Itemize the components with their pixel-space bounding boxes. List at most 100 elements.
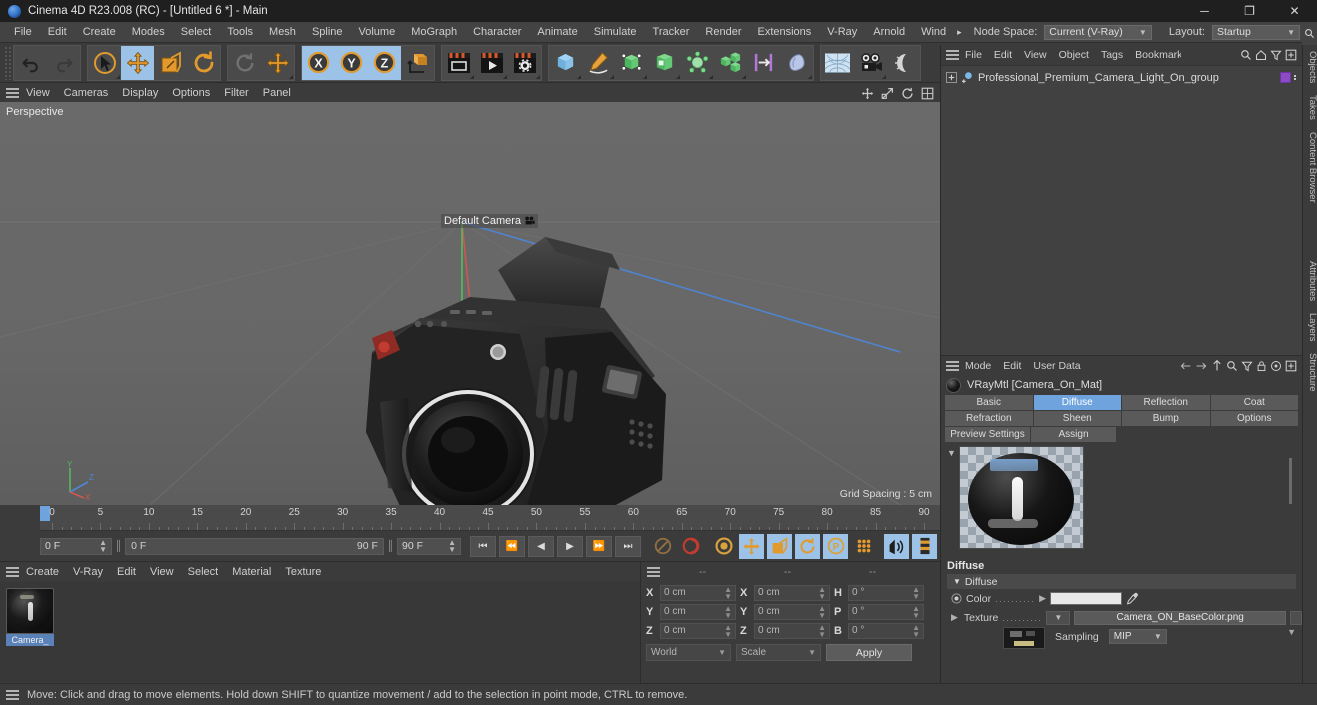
diffuse-group-header[interactable]: ▼ Diffuse xyxy=(947,574,1296,589)
stepper-icon[interactable]: ▲ ▼ xyxy=(818,585,826,600)
stepper-icon[interactable]: ▲ ▼ xyxy=(448,539,456,554)
rotation-p-field[interactable]: 0 ° ▲ ▼ xyxy=(848,603,924,620)
position-x-field[interactable]: 0 cm ▲ ▼ xyxy=(660,584,736,601)
nurbs-generator-icon[interactable] xyxy=(615,46,648,80)
close-button[interactable]: ✕ xyxy=(1272,0,1317,22)
tab-reflection[interactable]: Reflection xyxy=(1122,395,1210,410)
material-name[interactable]: Camera_ xyxy=(6,634,54,646)
menu-volume[interactable]: Volume xyxy=(351,22,404,43)
apply-button[interactable]: Apply xyxy=(826,644,912,661)
deformer-icon[interactable] xyxy=(681,46,714,80)
object-manager-tree[interactable]: Professional_Premium_Camera_Light_On_gro… xyxy=(941,65,1302,355)
viewport-menu-view[interactable]: View xyxy=(19,84,57,102)
material-menu-edit[interactable]: Edit xyxy=(110,562,143,582)
stepper-icon[interactable]: ▲ ▼ xyxy=(912,604,920,619)
render-view-icon[interactable] xyxy=(442,46,475,80)
status-menu-handle-icon[interactable] xyxy=(6,689,19,700)
mograph-cloner-icon[interactable] xyxy=(714,46,747,80)
tab-refraction[interactable]: Refraction xyxy=(945,411,1033,426)
z-axis-icon[interactable]: Z xyxy=(368,45,401,80)
diffuse-color-swatch[interactable] xyxy=(1050,592,1123,605)
viewport-menu-display[interactable]: Display xyxy=(115,84,165,102)
menu-overflow-icon[interactable]: ▸ xyxy=(954,27,965,38)
undo-view-icon[interactable] xyxy=(228,46,261,80)
play-forward-icon[interactable]: ▶ xyxy=(557,535,583,557)
preview-scrollbar[interactable] xyxy=(1286,448,1294,548)
texture-path-field[interactable]: Camera_ON_BaseColor.png xyxy=(1074,610,1286,625)
filter-icon[interactable] xyxy=(1270,49,1282,61)
side-tab-attributes[interactable]: Attributes xyxy=(1303,255,1317,307)
material-menu-texture[interactable]: Texture xyxy=(278,562,328,582)
pen-spline-icon[interactable] xyxy=(582,46,615,80)
material-menu-select[interactable]: Select xyxy=(181,562,226,582)
menu-edit[interactable]: Edit xyxy=(40,22,75,43)
redo-icon[interactable] xyxy=(47,46,80,80)
material-menu-create[interactable]: Create xyxy=(19,562,66,582)
om-menu-tags[interactable]: Tags xyxy=(1095,45,1129,65)
side-tab-content-browser[interactable]: Content Browser xyxy=(1303,126,1317,209)
rotation-b-field[interactable]: 0 ° ▲ ▼ xyxy=(848,622,924,639)
up-arrow-icon[interactable] xyxy=(1211,359,1223,372)
tab-diffuse[interactable]: Diffuse xyxy=(1033,395,1121,410)
material-menu-view[interactable]: View xyxy=(143,562,181,582)
search-icon[interactable] xyxy=(1226,360,1238,372)
position-z-field[interactable]: 0 cm ▲ ▼ xyxy=(660,622,736,639)
y-axis-icon[interactable]: Y xyxy=(335,45,368,80)
scale-tool-icon[interactable] xyxy=(154,46,187,80)
maximize-viewport-icon[interactable] xyxy=(921,87,934,100)
visibility-dots-icon[interactable] xyxy=(1294,75,1296,80)
render-to-picture-viewer-icon[interactable] xyxy=(475,46,508,80)
stepper-icon[interactable]: ▲ ▼ xyxy=(724,604,732,619)
point-level-animation-icon[interactable] xyxy=(851,534,876,559)
render-settings-icon[interactable] xyxy=(508,46,541,80)
attribute-menu-handle-icon[interactable] xyxy=(946,360,959,371)
x-axis-icon[interactable]: X xyxy=(302,45,335,80)
menu-tools[interactable]: Tools xyxy=(219,22,261,43)
go-to-end-icon[interactable]: ⏭ xyxy=(615,535,641,557)
select-live-icon[interactable] xyxy=(88,46,121,80)
record-active-objects-icon[interactable] xyxy=(678,534,703,559)
animate-track-icon[interactable] xyxy=(951,593,962,604)
tab-preview-settings[interactable]: Preview Settings xyxy=(945,427,1030,442)
camera-icon[interactable] xyxy=(854,46,887,80)
field-icon[interactable] xyxy=(747,46,780,80)
stepper-icon[interactable]: ▲ ▼ xyxy=(818,604,826,619)
light-icon[interactable] xyxy=(887,46,920,80)
rotation-key-icon[interactable] xyxy=(795,533,820,559)
size-y-field[interactable]: 0 cm ▲ ▼ xyxy=(754,603,830,620)
material-preview-image[interactable] xyxy=(959,446,1084,549)
effector-icon[interactable] xyxy=(780,46,813,80)
sampling-select[interactable]: MIP ▼ xyxy=(1108,629,1167,644)
attr-menu-mode[interactable]: Mode xyxy=(959,356,997,376)
autokey-icon[interactable] xyxy=(650,534,675,559)
menu-create[interactable]: Create xyxy=(75,22,124,43)
side-tab-objects[interactable]: Objects xyxy=(1303,45,1317,89)
attr-menu-edit[interactable]: Edit xyxy=(997,356,1027,376)
range-grip-left-icon[interactable]: ║ xyxy=(115,541,122,552)
menu-mesh[interactable]: Mesh xyxy=(261,22,304,43)
side-search-button[interactable] xyxy=(1302,22,1317,45)
material-thumbnail[interactable] xyxy=(6,588,54,634)
menu-arnold[interactable]: Arnold xyxy=(865,22,913,43)
layout-select[interactable]: Startup ▼ xyxy=(1211,24,1300,40)
position-y-field[interactable]: 0 cm ▲ ▼ xyxy=(660,603,736,620)
undo-icon[interactable] xyxy=(14,46,47,80)
menu-render[interactable]: Render xyxy=(697,22,749,43)
stepper-icon[interactable]: ▲ ▼ xyxy=(724,623,732,638)
max-frame-field[interactable]: 90 F ▲ ▼ xyxy=(397,537,461,555)
om-menu-view[interactable]: View xyxy=(1018,45,1053,65)
tab-options[interactable]: Options xyxy=(1210,411,1298,426)
attr-menu-user-data[interactable]: User Data xyxy=(1027,356,1086,376)
scale-key-icon[interactable] xyxy=(767,533,792,559)
step-forward-icon[interactable]: ⏩ xyxy=(586,535,612,557)
om-menu-object[interactable]: Object xyxy=(1053,45,1095,65)
material-list[interactable]: Camera_ xyxy=(0,582,640,682)
parameter-key-icon[interactable]: P xyxy=(823,533,848,559)
move-camera-icon[interactable] xyxy=(861,87,874,100)
play-back-icon[interactable]: ◀ xyxy=(528,535,554,557)
tab-assign[interactable]: Assign xyxy=(1031,427,1116,442)
texture-dropdown[interactable]: ▼ xyxy=(1046,610,1071,625)
side-tab-layers[interactable]: Layers xyxy=(1303,307,1317,348)
material-menu-handle-icon[interactable] xyxy=(6,567,19,577)
texture-extra-button[interactable] xyxy=(1290,610,1302,625)
